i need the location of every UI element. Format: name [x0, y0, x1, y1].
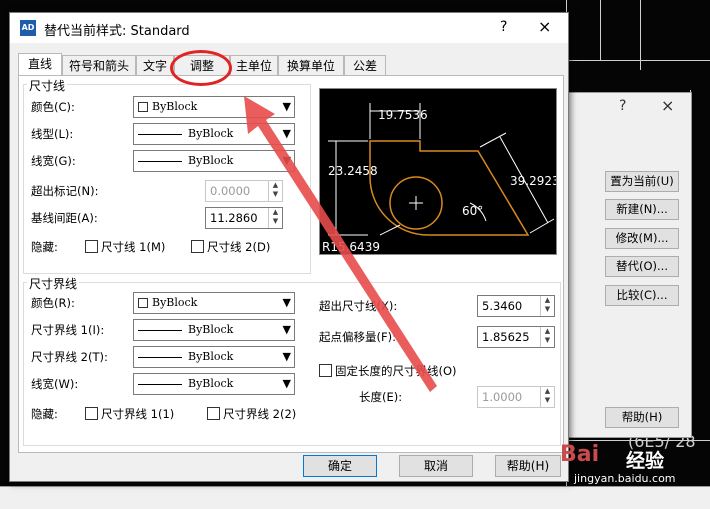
annotation-arrow [244, 96, 437, 392]
watermark-logo: Bai [560, 442, 600, 467]
watermark-title: 经验 [626, 450, 665, 472]
red-arrow-icon [244, 96, 437, 392]
watermark-url: jingyan.baidu.com [574, 472, 676, 485]
